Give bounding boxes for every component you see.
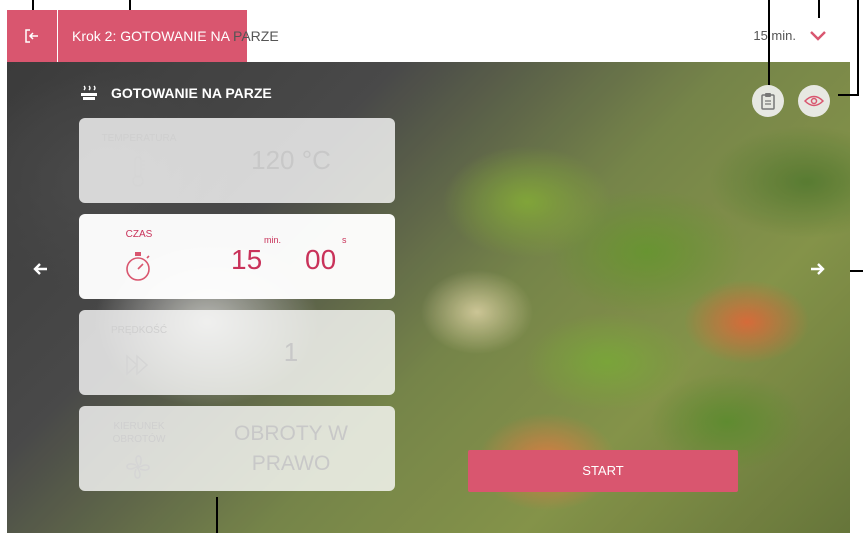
eye-icon: [804, 95, 824, 107]
annotation-line: [850, 270, 863, 272]
temperature-value: 120 °C: [251, 145, 331, 175]
chevron-down-icon[interactable]: [808, 26, 828, 46]
time-seconds-unit: s: [342, 235, 347, 245]
temperature-card[interactable]: TEMPERATURA 120 °C: [79, 118, 395, 203]
fan-icon: [126, 455, 150, 479]
next-step-button[interactable]: [807, 260, 829, 282]
recipe-step-panel: GOTOWANIE NA PARZE TEMPERATURA 120 °C CZ…: [7, 62, 850, 533]
section-heading: GOTOWANIE NA PARZE: [79, 85, 272, 101]
app-frame: Krok 2: GOTOWANIE NA PARZE 15 min. GOTOW…: [0, 0, 863, 533]
time-minutes-unit: min.: [264, 235, 282, 245]
step-title-rest: PARZE: [229, 28, 279, 44]
stopwatch-icon: [126, 252, 150, 281]
thermometer-icon: [132, 156, 145, 187]
rotation-direction-label: KIERUNEK OBROTÓW: [112, 421, 166, 445]
annotation-line: [768, 0, 770, 85]
time-value[interactable]: 15 min. 00 s: [219, 214, 389, 299]
speed-value: 1: [283, 337, 299, 367]
step-title-highlight: Krok 2: GOTOWANIE NA: [72, 28, 230, 44]
clipboard-icon: [761, 93, 775, 110]
step-title: Krok 2: GOTOWANIE NA PARZE: [72, 10, 279, 62]
previous-step-button[interactable]: [29, 260, 51, 282]
speed-card[interactable]: PRĘDKOŚĆ 1: [79, 310, 395, 395]
preview-button[interactable]: [798, 85, 830, 117]
time-minutes: 15: [231, 244, 263, 275]
speed-label: PRĘDKOŚĆ: [110, 325, 168, 336]
arrow-right-icon: [811, 263, 825, 275]
section-title: GOTOWANIE NA PARZE: [111, 85, 272, 101]
fast-forward-icon: [126, 354, 149, 376]
top-bar: Krok 2: GOTOWANIE NA PARZE 15 min.: [0, 10, 850, 62]
annotation-line: [838, 94, 858, 96]
exit-icon: [25, 29, 38, 43]
annotation-line: [857, 0, 859, 96]
rotation-direction-card[interactable]: KIERUNEK OBROTÓW OBROTY W PRAWO: [79, 406, 395, 491]
temperature-label: TEMPERATURA: [101, 133, 177, 144]
time-seconds: 00: [305, 244, 337, 275]
time-label: CZAS: [125, 229, 153, 240]
annotation-line: [32, 0, 34, 10]
arrow-left-icon: [33, 263, 47, 275]
start-button[interactable]: START: [468, 450, 738, 492]
total-duration: 15 min.: [753, 28, 796, 43]
annotation-line: [818, 0, 820, 18]
annotation-line: [216, 497, 218, 533]
annotation-line: [129, 0, 131, 10]
exit-button[interactable]: [7, 10, 57, 62]
rotation-direction-value: OBROTY W PRAWO: [234, 421, 348, 475]
recipe-notes-button[interactable]: [752, 85, 784, 117]
steam-icon: [81, 85, 97, 100]
time-card[interactable]: CZAS 15 min. 00 s: [79, 214, 395, 299]
